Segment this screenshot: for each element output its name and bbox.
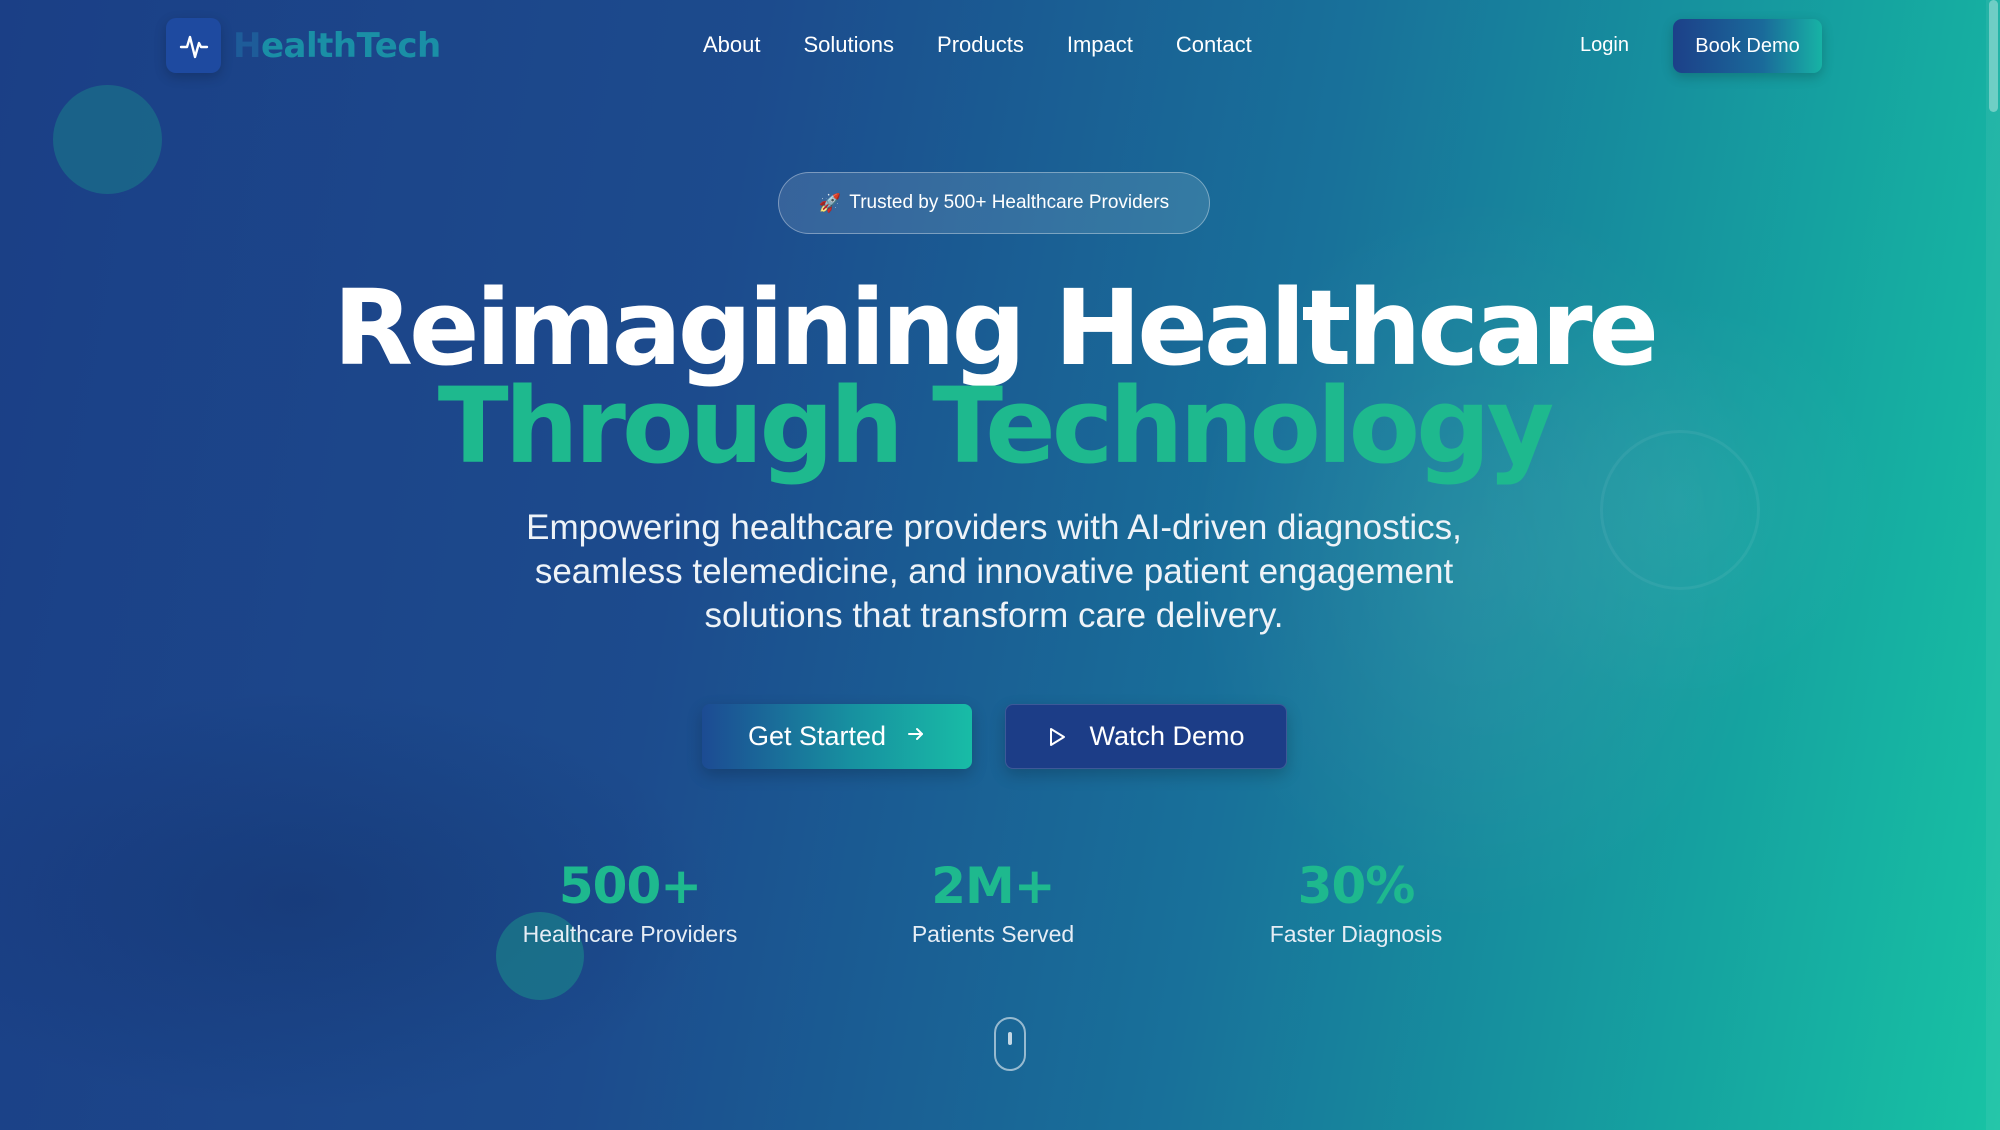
rocket-icon: 🚀 <box>818 192 842 213</box>
nav-link-impact[interactable]: Impact <box>1067 32 1133 58</box>
stat-diagnosis: 30% Faster Diagnosis <box>1196 857 1516 948</box>
arrow-right-icon <box>906 724 926 750</box>
nav-link-contact[interactable]: Contact <box>1176 32 1252 58</box>
brand-name: HealthTech <box>233 26 441 66</box>
stat-label: Faster Diagnosis <box>1269 921 1443 947</box>
hero-title-line2: Through Technology <box>437 365 1555 487</box>
stat-value: 30% <box>1297 857 1416 915</box>
nav-link-about[interactable]: About <box>703 32 761 58</box>
stat-patients: 2M+ Patients Served <box>833 857 1153 948</box>
watch-demo-label: Watch Demo <box>1089 721 1245 751</box>
pulse-icon <box>166 18 221 73</box>
trust-badge-text: Trusted by 500+ Healthcare Providers <box>849 192 1170 213</box>
book-demo-button[interactable]: Book Demo <box>1673 19 1822 73</box>
scroll-wheel <box>1008 1032 1012 1045</box>
stat-value: 2M+ <box>931 857 1055 915</box>
stat-label: Patients Served <box>911 921 1075 947</box>
top-navbar: HealthTech About Solutions Products Impa… <box>0 0 2000 92</box>
main-nav: About Solutions Products Impact Contact <box>703 32 1295 58</box>
logo[interactable]: HealthTech <box>166 18 441 73</box>
nav-link-solutions[interactable]: Solutions <box>804 32 895 58</box>
stat-value: 500+ <box>558 857 702 915</box>
trust-badge: 🚀 Trusted by 500+ Healthcare Providers <box>778 172 1210 234</box>
scrollbar-thumb[interactable] <box>1989 0 1998 112</box>
page-scrollbar[interactable] <box>1986 0 2000 1130</box>
play-icon <box>1047 726 1067 748</box>
login-link[interactable]: Login <box>1580 34 1629 57</box>
decorative-bubble <box>53 85 162 194</box>
hero-subtitle: Empowering healthcare providers with AI-… <box>526 508 1462 635</box>
stat-providers: 500+ Healthcare Providers <box>470 857 790 948</box>
brand-name-rest: ealthTech <box>260 25 441 66</box>
stat-label: Healthcare Providers <box>522 921 738 947</box>
nav-link-products[interactable]: Products <box>937 32 1024 58</box>
brand-name-faded-letter: H <box>233 25 261 66</box>
get-started-label: Get Started <box>747 721 887 751</box>
scroll-down-icon[interactable] <box>994 1017 1026 1071</box>
get-started-button[interactable]: Get Started <box>702 704 972 769</box>
watch-demo-button[interactable]: Watch Demo <box>1005 704 1287 769</box>
